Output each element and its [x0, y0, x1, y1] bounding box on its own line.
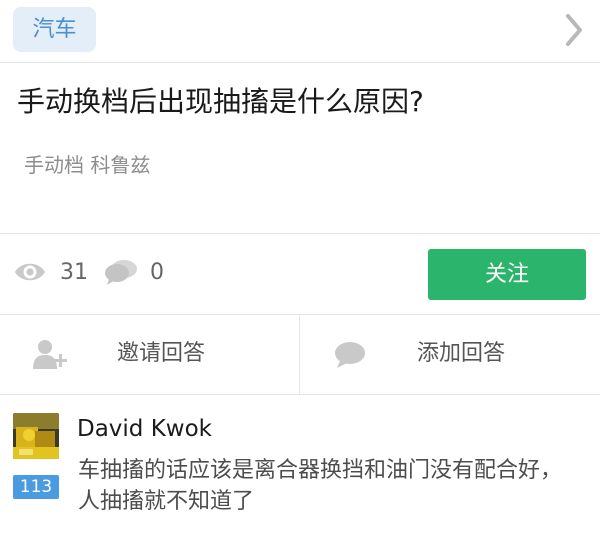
invite-answer-label: 邀请回答 [117, 341, 206, 366]
vote-count-badge: 113 [13, 475, 59, 499]
answer-excerpt: 车抽搐的话应该是离合器换挡和油门没有配合好，人抽搐就不知道了 [78, 458, 563, 514]
view-count: 31 [60, 260, 88, 285]
question-title: 手动换档后出现抽搐是什么原因? [17, 85, 424, 118]
question-topics[interactable]: 手动档 科鲁兹 [24, 150, 150, 180]
category-tag[interactable]: 汽车 [13, 7, 96, 52]
avatar[interactable] [13, 413, 59, 459]
answer-item[interactable]: 113 David Kwok 车抽搐的话应该是离合器换挡和油门没有配合好，人抽搐… [0, 395, 600, 537]
top-bar: 汽车 [0, 0, 600, 63]
chat-bubble-icon [335, 342, 365, 368]
comment-count: 0 [150, 260, 164, 285]
add-user-icon [33, 340, 67, 369]
add-answer-button[interactable]: 添加回答 [300, 315, 599, 394]
answer-username[interactable]: David Kwok [77, 413, 212, 445]
invite-answer-button[interactable]: 邀请回答 [0, 315, 299, 394]
eye-icon [15, 263, 45, 281]
chevron-right-icon[interactable] [564, 12, 584, 48]
stats-bar: 31 0 关注 [0, 234, 600, 314]
add-answer-label: 添加回答 [417, 341, 506, 366]
avatar-image [13, 413, 59, 459]
comment-icon [105, 260, 137, 285]
follow-button[interactable]: 关注 [428, 249, 586, 300]
action-bar: 邀请回答 添加回答 [0, 315, 600, 394]
